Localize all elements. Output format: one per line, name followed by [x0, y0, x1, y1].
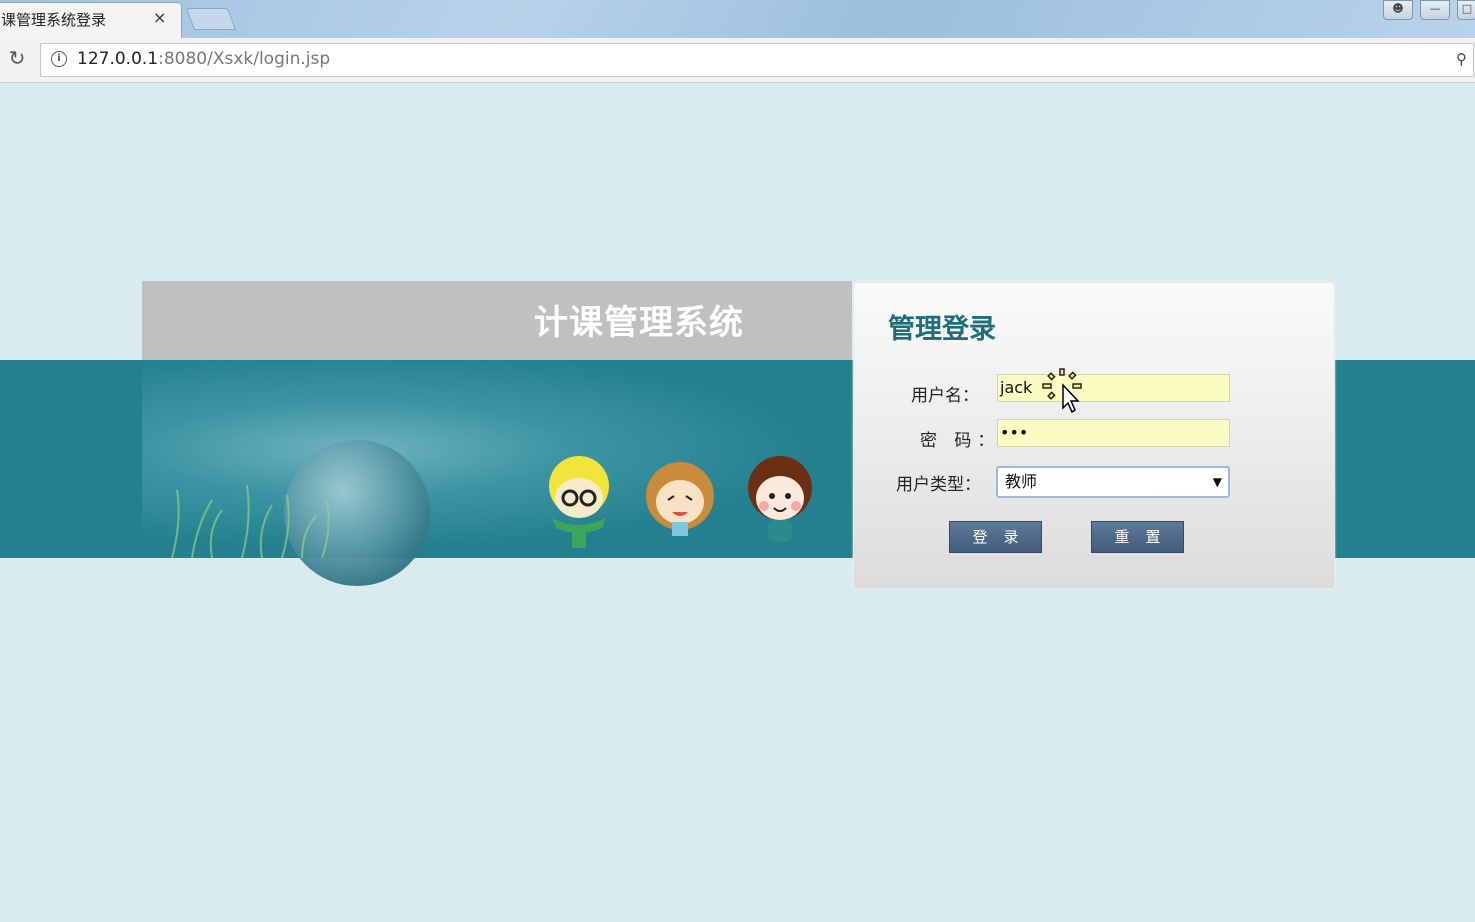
browser-toolbar: ↻ i 127.0.0.1:8080/Xsxk/login.jsp ⚲: [0, 38, 1475, 83]
mouse-cursor-icon: [1042, 368, 1082, 414]
user-profile-icon[interactable]: ☻: [1383, 0, 1413, 20]
dropdown-arrow-icon: ▼: [1212, 475, 1222, 489]
grass-image: [171, 484, 330, 558]
minimize-icon[interactable]: —: [1420, 0, 1450, 20]
browser-tab-strip: 课管理系统登录 × ☻ — □: [0, 0, 1475, 39]
cartoon-girl-image: [646, 462, 714, 536]
system-title: 计课管理系统: [534, 303, 744, 343]
close-tab-icon[interactable]: ×: [153, 8, 166, 27]
cartoon-boy-image: [549, 456, 609, 548]
login-title: 管理登录: [888, 314, 996, 345]
new-tab-button[interactable]: [185, 8, 237, 30]
reset-button[interactable]: 重置: [1091, 521, 1184, 553]
pin-icon[interactable]: ⚲: [1456, 50, 1467, 68]
url-text: 127.0.0.1:8080/Xsxk/login.jsp: [77, 49, 330, 69]
usertype-select[interactable]: 教师 ▼: [996, 466, 1230, 498]
address-bar[interactable]: i 127.0.0.1:8080/Xsxk/login.jsp ⚲: [40, 43, 1474, 77]
username-label: 用户名：: [911, 386, 979, 406]
reload-icon[interactable]: ↻: [6, 47, 28, 69]
url-host: 127.0.0.1: [77, 49, 159, 69]
login-panel: 管理登录 用户名： jack 密 码： ••• 用户类型： 教师 ▼ 登录 重置: [853, 282, 1335, 589]
password-input[interactable]: •••: [997, 419, 1230, 447]
login-button[interactable]: 登录: [949, 521, 1042, 553]
username-input[interactable]: jack: [997, 374, 1230, 402]
url-path: :8080/Xsxk/login.jsp: [158, 49, 331, 69]
title-banner: 计课管理系统: [142, 281, 852, 360]
browser-tab[interactable]: 课管理系统登录 ×: [0, 2, 182, 39]
usertype-selected: 教师: [1005, 472, 1038, 491]
restore-icon[interactable]: □: [1457, 0, 1475, 20]
info-icon[interactable]: i: [51, 51, 67, 67]
password-label: 密 码：: [920, 431, 1001, 451]
usertype-label: 用户类型：: [896, 475, 981, 495]
tab-title: 课管理系统登录: [1, 11, 107, 29]
cartoon-child-image: [748, 456, 812, 542]
